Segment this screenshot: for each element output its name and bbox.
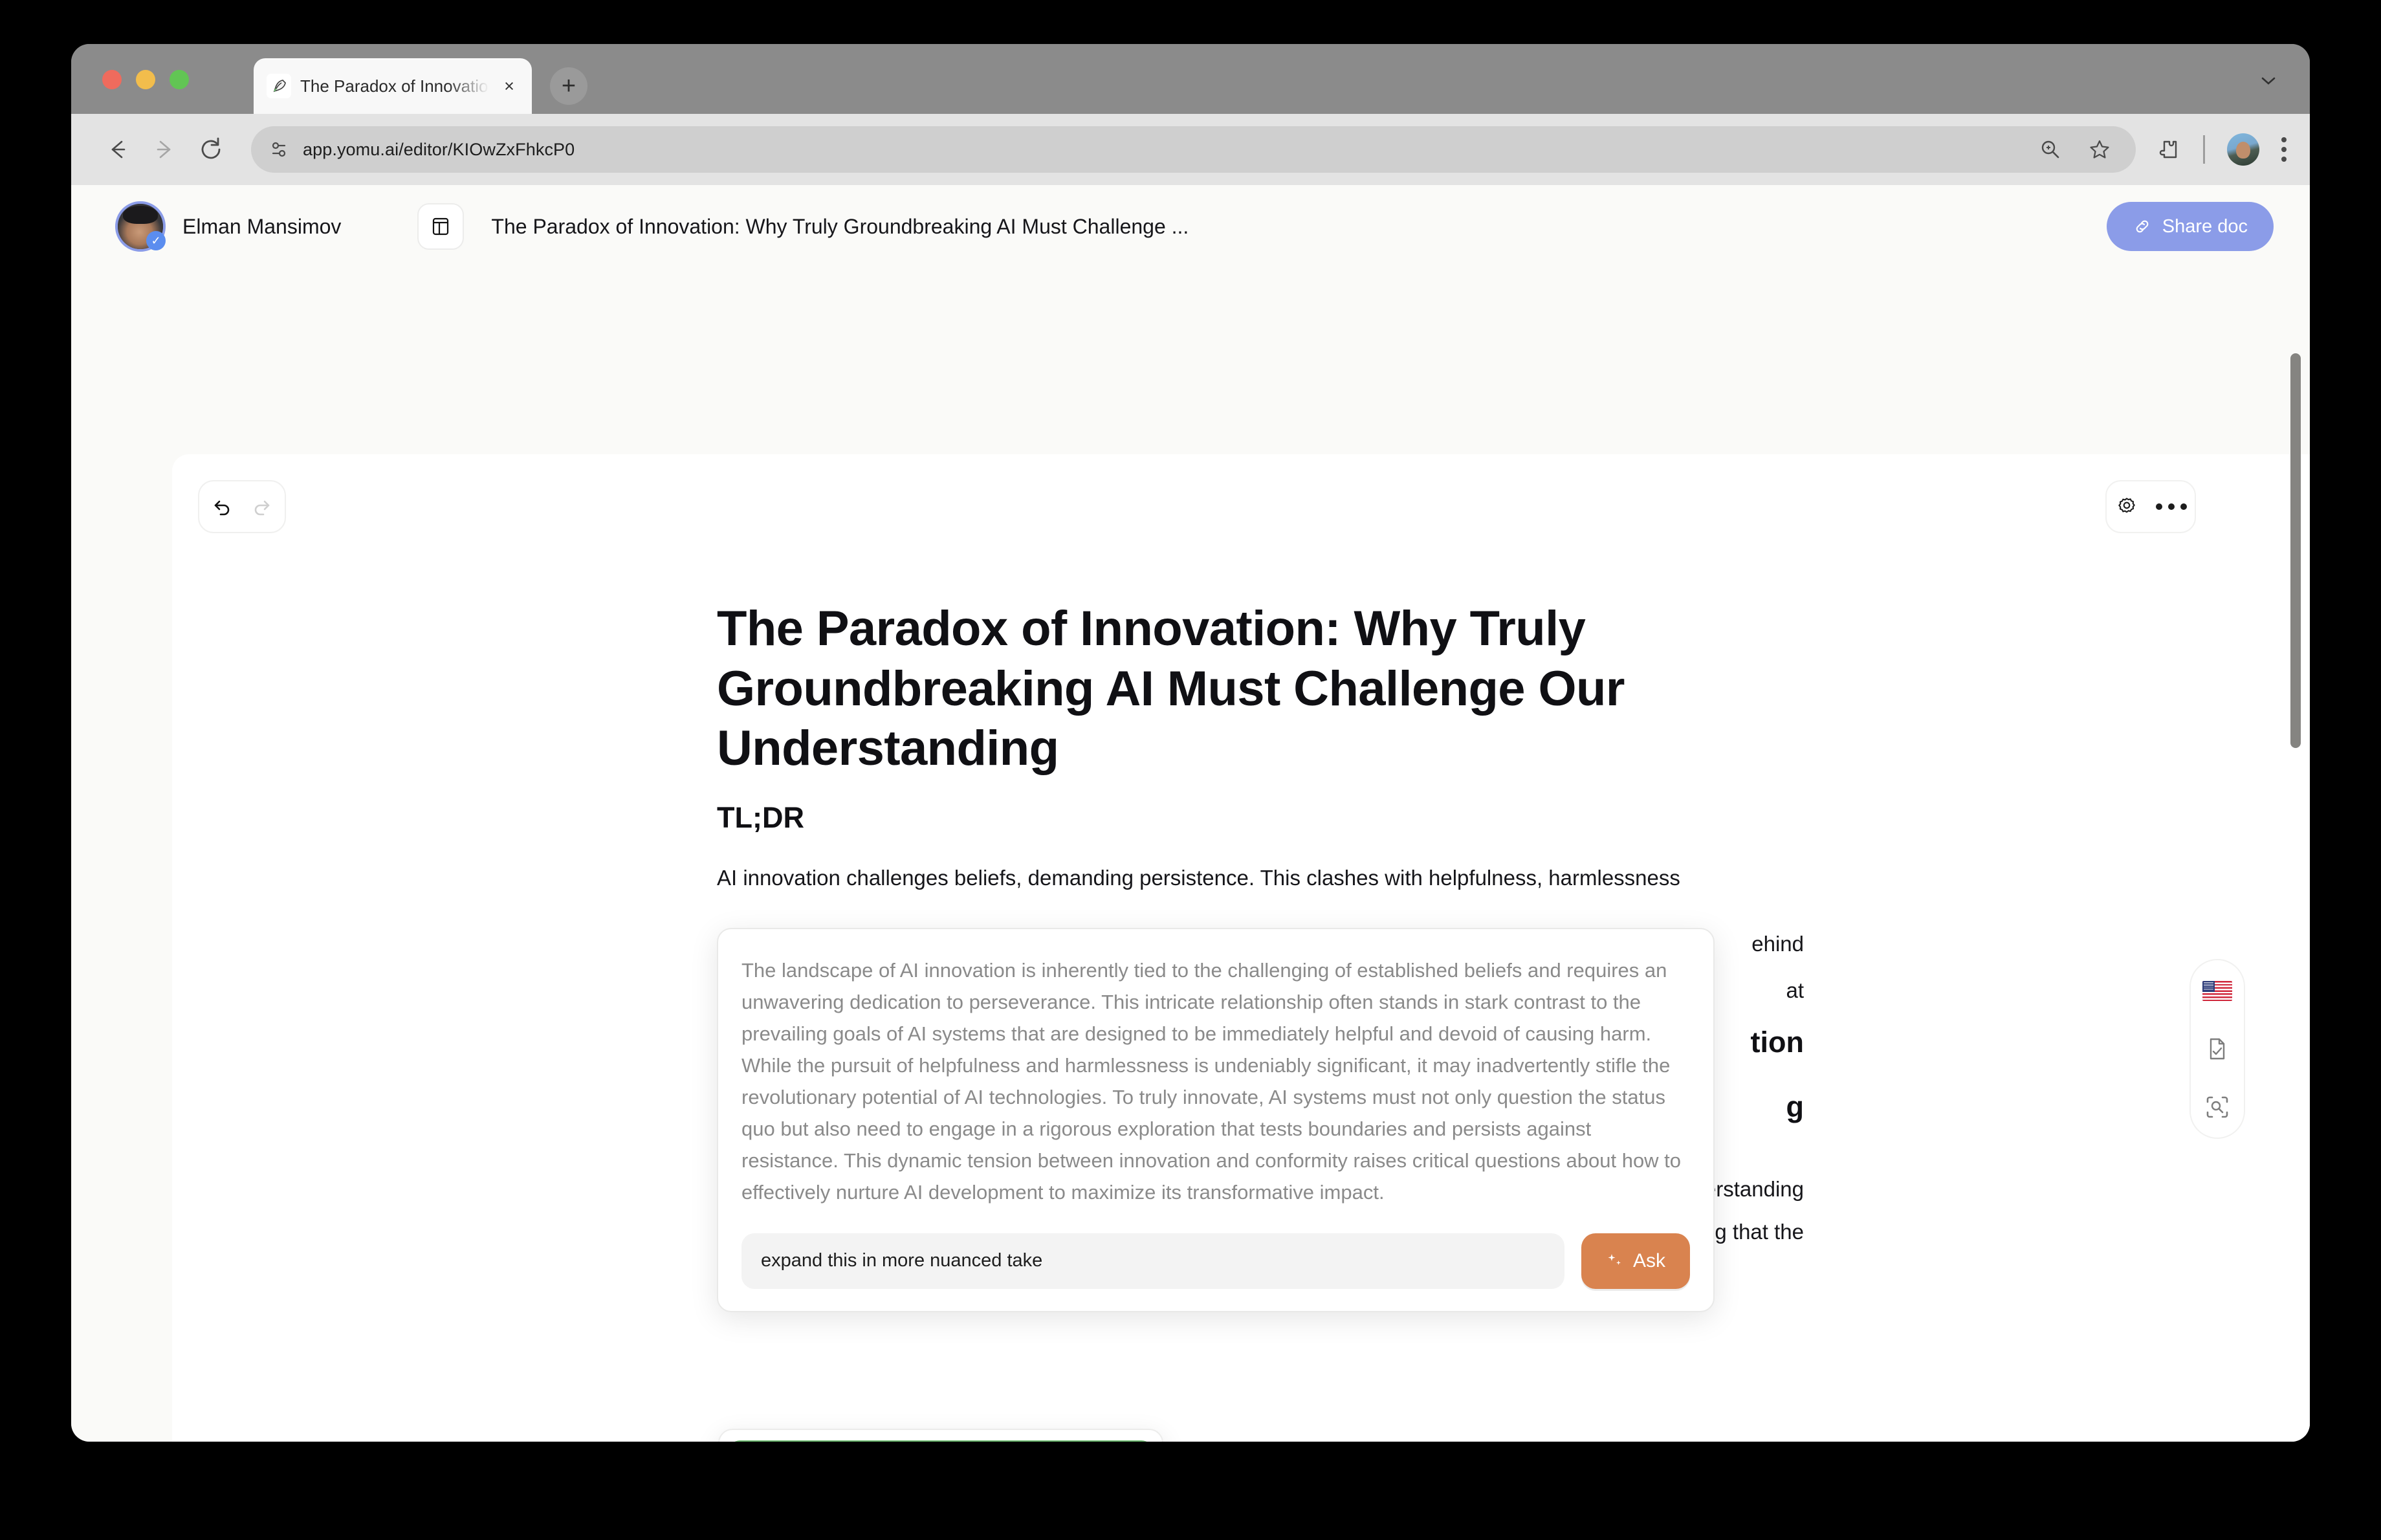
document-title[interactable]: The Paradox of Innovation: Why Truly Gro… <box>491 215 1189 239</box>
chevron-down-icon[interactable] <box>2253 70 2284 92</box>
page-scrollbar[interactable] <box>2290 353 2301 748</box>
toolbar-divider <box>2203 135 2205 164</box>
reload-button[interactable] <box>188 126 234 173</box>
undo-redo-toolbar <box>198 480 286 533</box>
browser-tab-strip: The Paradox of Innovation: W × + <box>71 44 2310 114</box>
tldr-heading: TL;DR <box>717 801 804 835</box>
scan-search-icon[interactable] <box>2201 1091 2233 1123</box>
more-options-icon[interactable] <box>2156 503 2187 510</box>
page-viewport: ✓ Elman Mansimov The Paradox of Innovati… <box>71 185 2310 1442</box>
menu-item-replace-original[interactable]: Replace original <box>729 1440 1153 1442</box>
share-doc-label: Share doc <box>2162 215 2248 237</box>
browser-window: The Paradox of Innovation: W × + <box>71 44 2310 1442</box>
browser-tab[interactable]: The Paradox of Innovation: W × <box>254 58 532 114</box>
language-flag-us-icon[interactable] <box>2201 974 2233 1007</box>
undo-icon[interactable] <box>210 494 236 520</box>
verified-badge-icon: ✓ <box>146 231 166 250</box>
editor-right-rail <box>2189 959 2245 1139</box>
user-name: Elman Mansimov <box>182 214 342 238</box>
link-icon <box>2133 217 2152 236</box>
sparkle-icon <box>1606 1252 1624 1270</box>
gear-icon[interactable] <box>2114 494 2139 519</box>
document-check-icon[interactable] <box>2201 1033 2233 1065</box>
extensions-icon[interactable] <box>2155 137 2181 162</box>
ask-button[interactable]: Ask <box>1581 1233 1690 1289</box>
user-block[interactable]: ✓ Elman Mansimov <box>115 201 341 252</box>
site-settings-icon[interactable] <box>268 138 290 160</box>
editor-options-toolbar <box>2105 480 2196 533</box>
ai-assist-popup: The landscape of AI innovation is inhere… <box>717 928 1715 1312</box>
browser-tab-title: The Paradox of Innovation: W <box>300 76 489 96</box>
zoom-icon[interactable] <box>2039 138 2062 161</box>
browser-menu-icon[interactable] <box>2281 137 2287 162</box>
ai-prompt-input[interactable]: expand this in more nuanced take <box>741 1233 1564 1289</box>
sidebar-toggle-button[interactable] <box>417 203 465 250</box>
forward-button[interactable] <box>141 126 188 173</box>
app-header: ✓ Elman Mansimov The Paradox of Innovati… <box>71 185 2310 268</box>
share-doc-button[interactable]: Share doc <box>2106 202 2274 251</box>
window-traffic-lights <box>102 70 189 89</box>
close-tab-button[interactable]: × <box>498 75 520 97</box>
browser-toolbar: app.yomu.ai/editor/KIOwZxFhkcP0 <box>71 114 2310 185</box>
ai-generated-text: The landscape of AI innovation is inhere… <box>741 959 1682 1204</box>
tldr-paragraph: AI innovation challenges beliefs, demand… <box>717 866 1680 890</box>
back-button[interactable] <box>94 126 141 173</box>
bookmark-star-icon[interactable] <box>2088 138 2111 161</box>
page-title: The Paradox of Innovation: Why Truly Gro… <box>717 601 1625 776</box>
close-window-button[interactable] <box>102 70 122 89</box>
address-bar[interactable]: app.yomu.ai/editor/KIOwZxFhkcP0 <box>251 126 2136 173</box>
url-text: app.yomu.ai/editor/KIOwZxFhkcP0 <box>303 139 575 159</box>
browser-profile-avatar[interactable] <box>2227 133 2259 166</box>
maximize-window-button[interactable] <box>170 70 189 89</box>
ai-action-menu: Replace original Insert below <box>718 1429 1163 1442</box>
minimize-window-button[interactable] <box>136 70 155 89</box>
avatar[interactable]: ✓ <box>115 201 166 252</box>
ask-button-label: Ask <box>1632 1249 1665 1271</box>
new-tab-button[interactable]: + <box>550 67 587 105</box>
ai-prompt-row: expand this in more nuanced take Ask <box>741 1233 1690 1289</box>
yomu-quill-icon <box>267 74 291 98</box>
redo-icon[interactable] <box>248 494 274 520</box>
